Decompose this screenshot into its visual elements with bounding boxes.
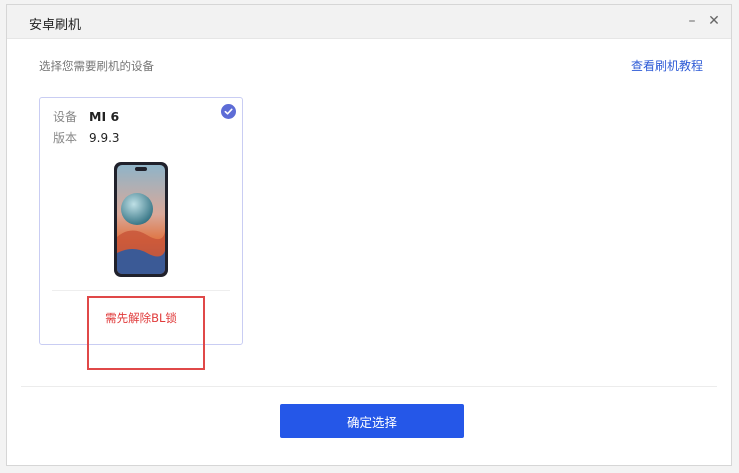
view-tutorial-link[interactable]: 查看刷机教程 [631, 57, 703, 74]
minimize-icon[interactable]: – [683, 12, 701, 30]
device-label: 设备 [53, 110, 78, 124]
close-icon[interactable]: ✕ [705, 12, 723, 30]
flash-dialog: 安卓刷机 – ✕ 选择您需要刷机的设备 查看刷机教程 设备 MI 6 版本 9.9.… [6, 4, 732, 466]
version-label: 版本 [53, 131, 78, 145]
version-value: 9.9.3 [89, 131, 120, 145]
check-icon [221, 104, 236, 119]
device-value: MI 6 [89, 109, 120, 124]
phone-image [114, 162, 168, 277]
phone-screen [117, 165, 165, 274]
title-bar: 安卓刷机 – ✕ [7, 5, 731, 39]
select-device-prompt: 选择您需要刷机的设备 [39, 59, 154, 73]
version-row: 版本 9.9.3 [53, 129, 120, 146]
highlight-box [87, 296, 205, 370]
window-title: 安卓刷机 [29, 18, 82, 33]
confirm-button[interactable]: 确定选择 [280, 404, 464, 438]
card-divider [52, 290, 230, 291]
footer-divider [21, 386, 717, 387]
device-row: 设备 MI 6 [53, 108, 119, 125]
